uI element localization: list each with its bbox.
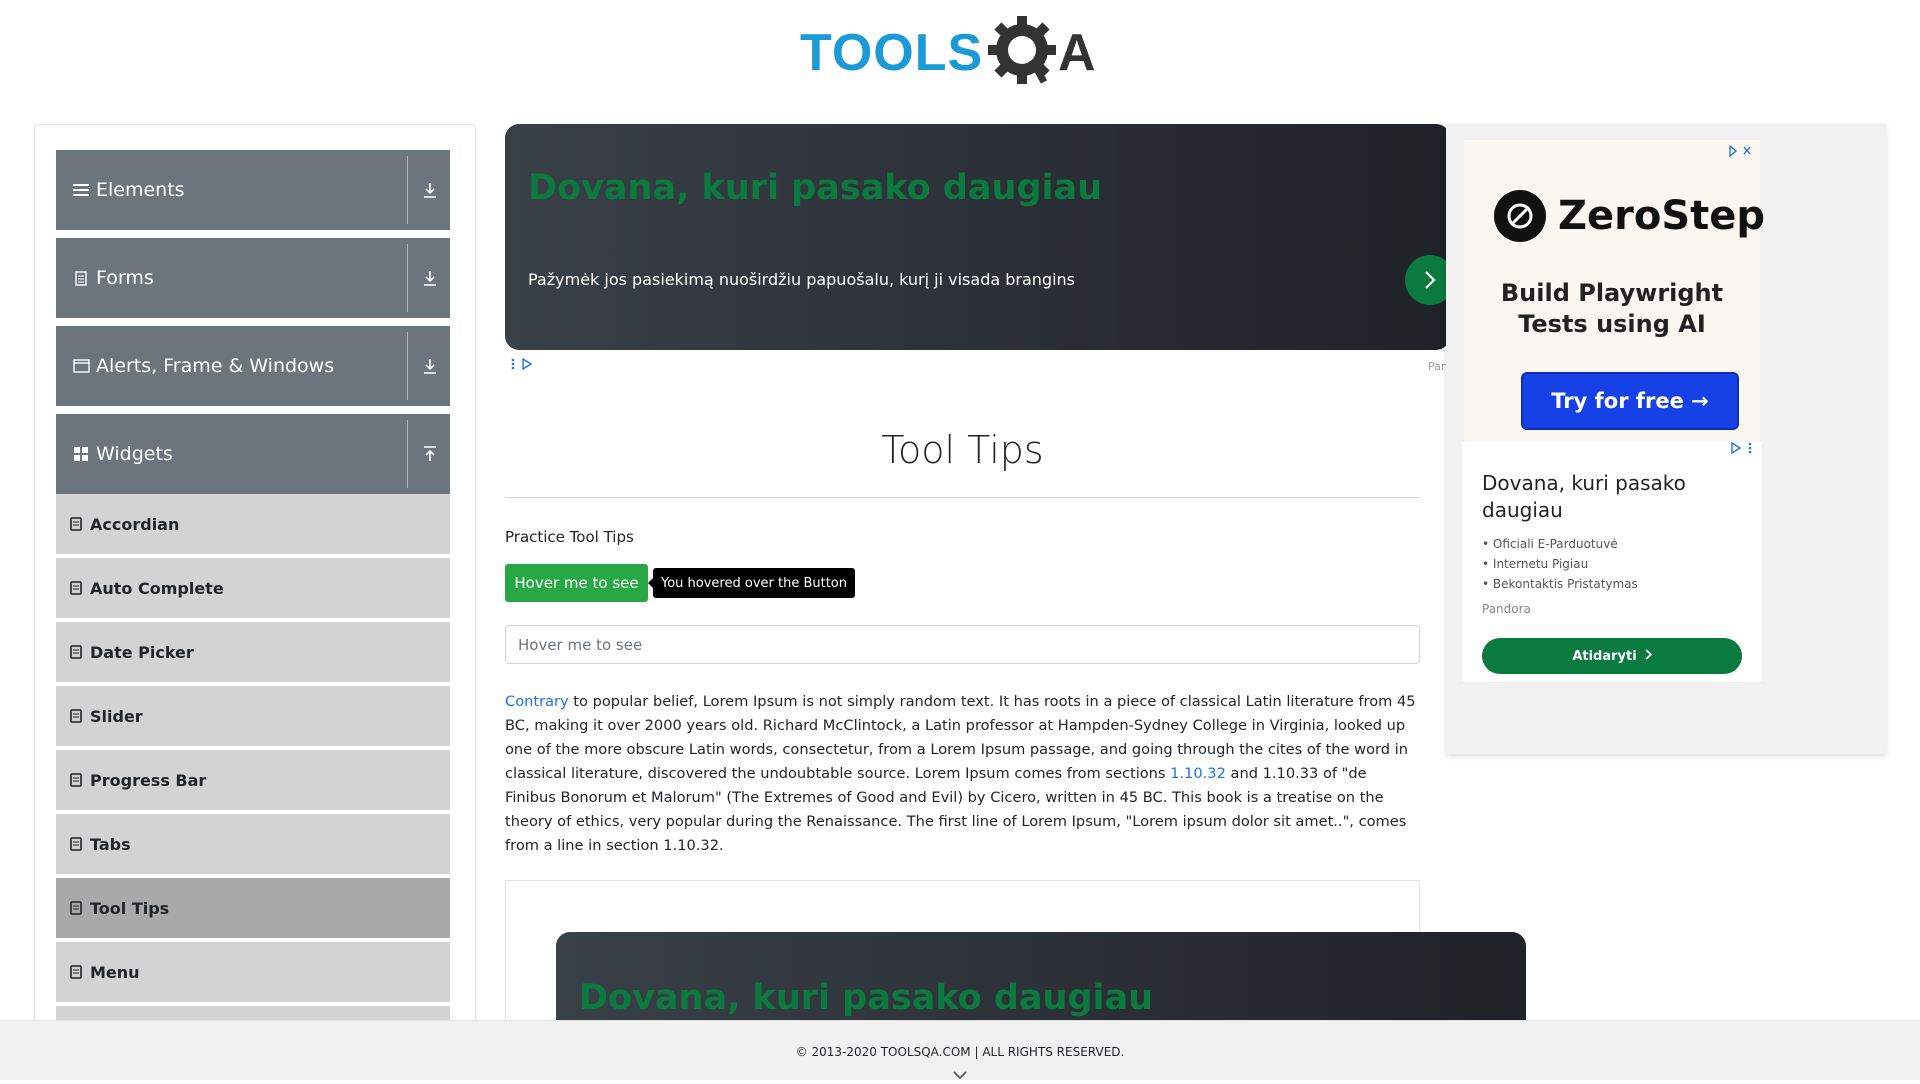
document-icon (70, 965, 82, 979)
page-title: Tool Tips (881, 428, 1044, 472)
document-icon (70, 517, 82, 531)
dovana-bullet: • Internetu Pigiau (1482, 557, 1589, 571)
document-icon (70, 645, 82, 659)
logo-text-tools: TOOLS (800, 24, 983, 82)
group-separator (407, 420, 408, 488)
ad-close-icon[interactable] (1728, 142, 1754, 161)
group-widgets[interactable]: Widgets (56, 414, 450, 494)
title-divider (505, 497, 1420, 498)
dovana-bullets: • Oficiali E-Parduotuvė • Internetu Pigi… (1482, 534, 1638, 594)
group-separator (407, 156, 408, 224)
group-widgets-label: Widgets (96, 443, 173, 465)
zerostep-ad[interactable]: ZeroStep Build Playwright Tests using AI… (1464, 140, 1765, 446)
window-icon (72, 357, 90, 375)
group-forms-label: Forms (96, 267, 154, 289)
atidaryti-button[interactable]: Atidaryti (1482, 638, 1742, 674)
atidaryti-label: Atidaryti (1572, 648, 1637, 664)
dovana-ad-card[interactable]: Dovana, kuri pasako daugiau • Oficiali E… (1462, 441, 1762, 682)
document-icon (70, 581, 82, 595)
ad-title: Dovana, kuri pasako daugiau (579, 978, 1154, 1018)
download-icon[interactable] (418, 264, 442, 292)
document-icon (72, 269, 90, 287)
dovana-brand: Pandora (1482, 602, 1531, 616)
chevron-right-icon (1645, 648, 1653, 664)
chevron-right-icon[interactable] (1405, 255, 1450, 305)
zerostep-tagline-line2: Tests using AI (1518, 310, 1706, 338)
sidebar-item-label: Auto Complete (90, 578, 224, 598)
sidebar-item-tabs[interactable]: Tabs (56, 814, 450, 876)
zerostep-brand: ZeroStep (1558, 193, 1766, 239)
group-separator (407, 332, 408, 400)
zerostep-tagline: Build Playwright Tests using AI (1464, 278, 1760, 340)
zerostep-tagline-line1: Build Playwright (1500, 279, 1724, 307)
zerostep-mark-icon (1494, 190, 1546, 242)
sidebar-item-label: Slider (90, 706, 143, 726)
sidebar-item-slider[interactable]: Slider (56, 686, 450, 748)
ad-truncated-label: Pan (1428, 360, 1448, 373)
group-elements[interactable]: Elements (56, 150, 450, 230)
footer: © 2013-2020 TOOLSQA.COM | ALL RIGHTS RES… (0, 1020, 1920, 1080)
sidebar-item-date-picker[interactable]: Date Picker (56, 622, 450, 684)
chevron-down-icon[interactable] (952, 1065, 968, 1080)
document-icon (70, 773, 82, 787)
logo-text-a: A (1058, 24, 1096, 82)
group-alerts-frame-windows[interactable]: Alerts, Frame & Windows (56, 326, 450, 406)
toolsqa-logo[interactable]: TOOLS A (800, 12, 1130, 92)
adchoices-icon[interactable] (510, 357, 536, 373)
sidebar-item-label: Accordian (90, 514, 180, 534)
group-separator (407, 244, 408, 312)
left-sidebar: Elements Forms Alerts, Frame & Windows W… (34, 124, 476, 1024)
sidebar-item-label: Date Picker (90, 642, 194, 662)
download-icon[interactable] (418, 352, 442, 380)
dovana-bullet: • Bekontaktis Pristatymas (1482, 577, 1638, 591)
section-link[interactable]: 1.10.32 (1170, 765, 1226, 782)
dovana-title: Dovana, kuri pasako daugiau (1482, 471, 1686, 522)
document-icon (70, 837, 82, 851)
tooltip: You hovered over the Button (648, 568, 855, 598)
document-icon (70, 901, 82, 915)
hover-input[interactable] (505, 625, 1420, 664)
group-forms[interactable]: Forms (56, 238, 450, 318)
practice-label: Practice Tool Tips (505, 528, 634, 546)
grid-icon (72, 445, 90, 463)
hover-button[interactable]: Hover me to see (505, 564, 648, 602)
group-elements-label: Elements (96, 179, 185, 201)
gear-icon (988, 16, 1056, 84)
upload-icon[interactable] (418, 440, 442, 468)
contrary-link[interactable]: Contrary (505, 693, 569, 710)
sidebar-item-menu[interactable]: Menu (56, 942, 450, 1004)
sidebar-item-progress-bar[interactable]: Progress Bar (56, 750, 450, 812)
zerostep-logo: ZeroStep (1494, 190, 1765, 242)
lorem-paragraph: Contrary to popular belief, Lorem Ipsum … (505, 690, 1420, 858)
sidebar-item-auto-complete[interactable]: Auto Complete (56, 558, 450, 620)
header: TOOLS A (0, 0, 1920, 110)
ad-banner-top[interactable]: Dovana, kuri pasako daugiau Pažymėk jos … (505, 124, 1450, 350)
group-alerts-label: Alerts, Frame & Windows (96, 355, 335, 377)
download-icon[interactable] (418, 176, 442, 204)
copyright-text: © 2013-2020 TOOLSQA.COM | ALL RIGHTS RES… (795, 1045, 1125, 1059)
ad-description: Pažymėk jos pasiekimą nuoširdžiu papuoša… (528, 270, 1075, 289)
sidebar-item-accordian[interactable]: Accordian (56, 494, 450, 556)
sidebar-item-tool-tips[interactable]: Tool Tips (56, 878, 450, 940)
sidebar-item-label: Progress Bar (90, 770, 207, 790)
try-for-free-button[interactable]: Try for free → (1521, 372, 1739, 430)
dovana-bullet: • Oficiali E-Parduotuvė (1482, 537, 1618, 551)
adchoices-icon[interactable] (1728, 441, 1754, 457)
right-ad-column: ZeroStep Build Playwright Tests using AI… (1446, 124, 1886, 754)
sidebar-item-label: Tool Tips (90, 898, 170, 918)
list-icon (72, 181, 90, 199)
ad-title: Dovana, kuri pasako daugiau (528, 168, 1103, 208)
sidebar-item-label: Tabs (90, 834, 131, 854)
sidebar-item-label: Menu (90, 962, 140, 982)
document-icon (70, 709, 82, 723)
